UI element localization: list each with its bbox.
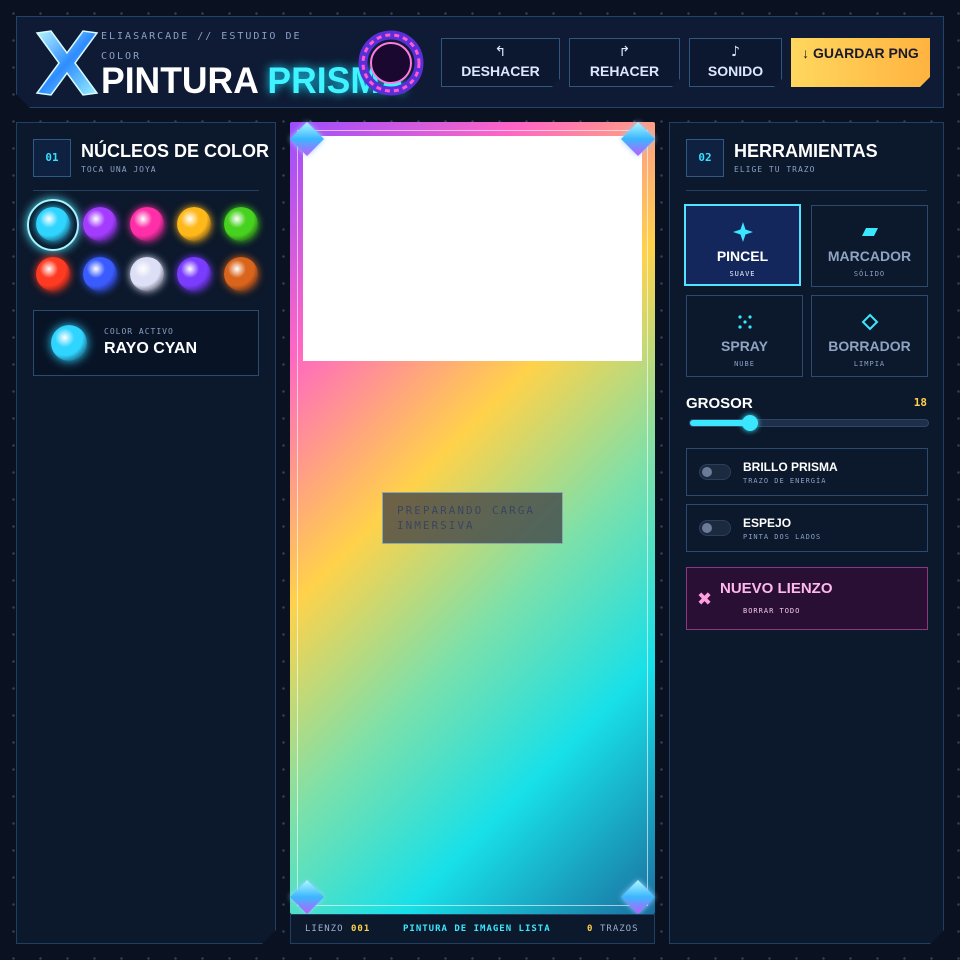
tool-subtitle: SUAVE [729,270,756,278]
x-logo-icon [31,27,103,99]
redo-label: REHACER [589,63,660,79]
new-canvas-label: NUEVO LIENZO [720,580,833,597]
stroke-label: TRAZOS [600,924,639,934]
marker-icon [860,222,880,242]
redo-icon: ↱ [618,44,631,60]
brush-size-slider[interactable] [689,419,929,427]
color-panel: 01 NÚCLEOS DE COLOR TOCA UNA JOYA COLOR … [16,122,276,944]
active-color-label: COLOR ACTIVO [104,327,174,336]
eraser-icon [860,312,880,332]
tool-name: BORRADOR [828,338,911,354]
new-canvas-subtitle: BORRAR TODO [743,607,801,615]
toggle-name: BRILLO PRISMA [743,460,838,474]
active-color-card: COLOR ACTIVO RAYO CYAN [33,310,259,376]
canvas-label: LIENZO [305,924,344,934]
canvas-status-bar: LIENZO 001 PINTURA DE IMAGEN LISTA 0 TRA… [290,914,655,944]
active-gem-icon [51,325,87,361]
canvas-number: 001 [351,924,371,934]
canvas-frame: PREPARANDO CARGA INMERSIVA [290,122,655,914]
tools-panel-title: HERRAMIENTAS [734,141,878,161]
gem-copper[interactable] [224,257,258,291]
tool-name: PINCEL [716,248,769,264]
slider-fill [690,420,750,426]
app-header: ELIASARCADE // ESTUDIO DE COLOR PINTURA … [16,16,944,108]
active-color-name: RAYO CYAN [104,340,198,357]
tool-name: SPRAY [721,338,768,354]
undo-icon: ↰ [494,44,507,60]
save-png-label: GUARDAR PNG [813,45,919,61]
toggle-subtitle: PINTA DOS LADOS [743,533,822,541]
gem-purple[interactable] [177,257,211,291]
gem-cyan[interactable] [36,207,70,241]
toggle-switch[interactable] [699,520,731,536]
undo-button[interactable]: ↰ DESHACER [441,38,560,87]
new-canvas-button[interactable]: ✖ NUEVO LIENZO BORRAR TODO [686,567,928,630]
toggle-switch[interactable] [699,464,731,480]
section-number: 02 [686,139,724,177]
tool-eraser[interactable]: BORRADOR LIMPIA [811,295,928,377]
stroke-count: 0 [587,924,594,934]
gem-blue[interactable] [83,257,117,291]
brush-size-label: GROSOR [686,395,753,412]
divider [33,190,259,191]
color-panel-subtitle: TOCA UNA JOYA [81,165,157,174]
slider-knob[interactable] [742,415,758,431]
tools-panel: 02 HERRAMIENTAS ELIGE TU TRAZO PINCEL SU… [669,122,944,944]
tool-marker[interactable]: MARCADOR SÓLIDO [811,205,928,287]
toggle-subtitle: TRAZO DE ENERGÍA [743,477,827,485]
music-note-icon: ♪ [731,44,740,60]
gem-green[interactable] [224,207,258,241]
title-part-1: PINTURA [101,60,258,101]
paint-canvas[interactable] [303,136,642,361]
toggle-prism-glow[interactable]: BRILLO PRISMA TRAZO DE ENERGÍA [686,448,928,496]
section-number: 01 [33,139,71,177]
tool-brush[interactable]: PINCEL SUAVE [684,204,801,286]
download-icon: ↓ [802,45,810,61]
gem-red[interactable] [36,257,70,291]
tool-subtitle: SÓLIDO [853,270,886,278]
sound-button[interactable]: ♪ SONIDO [689,38,782,87]
tools-panel-subtitle: ELIGE TU TRAZO [734,165,816,174]
tool-spray[interactable]: SPRAY NUBE [686,295,803,377]
save-png-button[interactable]: ↓ GUARDAR PNG [791,38,930,87]
gem-amber[interactable] [177,207,211,241]
tool-subtitle: LIMPIA [853,360,886,368]
canvas-status: PINTURA DE IMAGEN LISTA [403,924,551,934]
spray-icon [735,312,755,332]
clear-icon: ✖ [697,589,713,610]
toggle-name: ESPEJO [743,516,792,530]
gem-white[interactable] [130,257,164,291]
loading-prompt: PREPARANDO CARGA INMERSIVA [382,492,563,544]
brush-size-value: 18 [913,396,927,409]
tool-name: MARCADOR [827,248,912,264]
gem-violet[interactable] [83,207,117,241]
gem-magenta[interactable] [130,207,164,241]
sparkle-icon [733,222,753,242]
toggle-mirror[interactable]: ESPEJO PINTA DOS LADOS [686,504,928,552]
portal-ring-icon [355,27,427,99]
color-panel-title: NÚCLEOS DE COLOR [81,141,270,161]
divider [686,190,927,191]
redo-button[interactable]: ↱ REHACER [569,38,680,87]
undo-label: DESHACER [461,63,540,79]
tool-subtitle: NUBE [734,360,755,368]
sound-label: SONIDO [707,63,764,79]
